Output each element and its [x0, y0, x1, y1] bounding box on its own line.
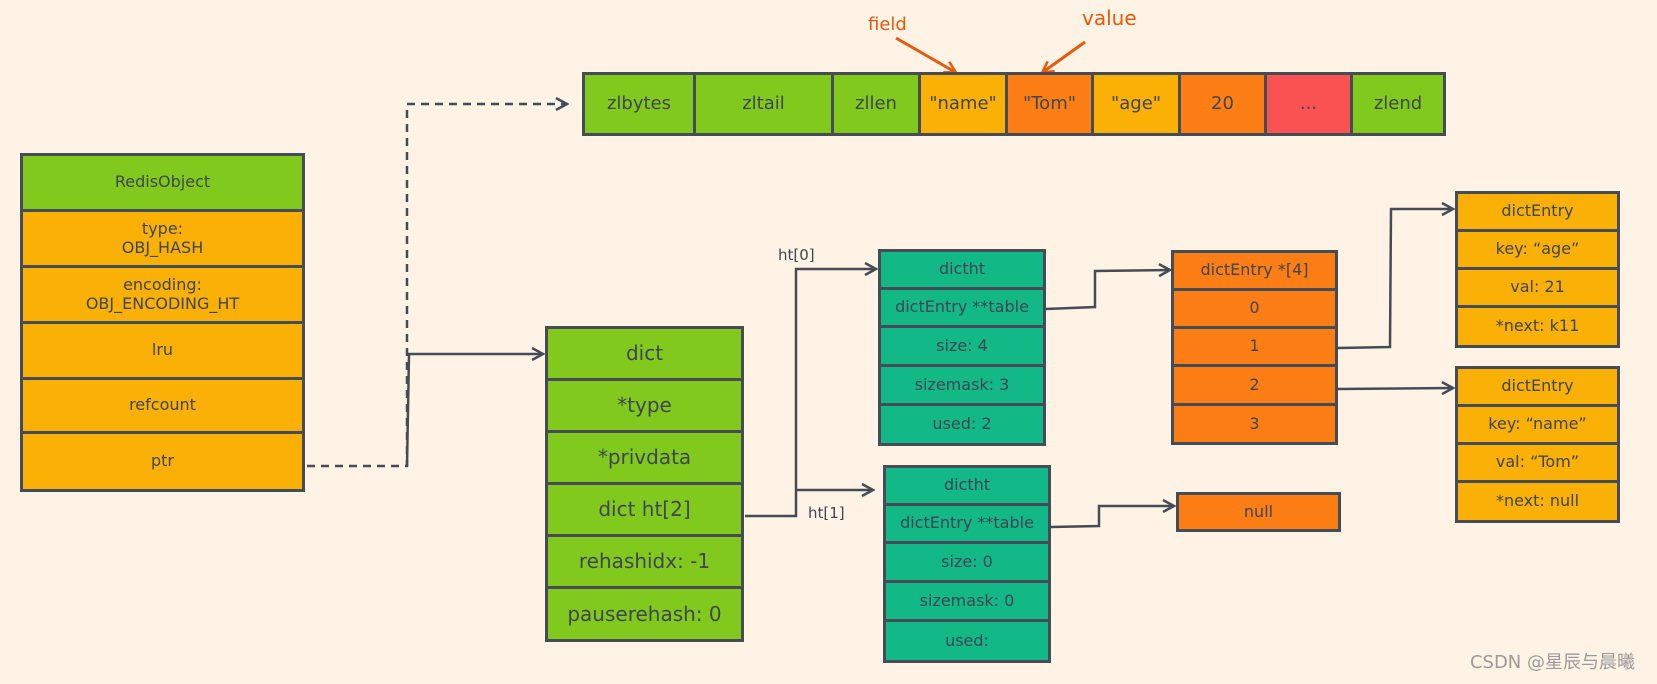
- ht0-arrow: [745, 269, 876, 518]
- dict-title: dict: [545, 326, 744, 381]
- dict-entry-name: dictEntry key: “name” val: “Tom” *next: …: [1455, 366, 1620, 523]
- ziplist-cell-value-20: 20: [1178, 72, 1267, 136]
- field-annotation: field: [868, 14, 907, 35]
- hash-slot-2: 2: [1171, 364, 1338, 406]
- dict-entry-name-key: key: “name”: [1455, 404, 1620, 445]
- dictht-0-size: size: 4: [878, 325, 1046, 367]
- dictht-0: dictht dictEntry **table size: 4 sizemas…: [878, 249, 1046, 446]
- dict-ht: dict ht[2]: [545, 482, 744, 537]
- dictht-1-used: used:: [883, 619, 1051, 663]
- redis-object-title: RedisObject: [20, 153, 305, 212]
- dict-rehashidx: rehashidx: -1: [545, 534, 744, 589]
- hash-table-title: dictEntry *[4]: [1171, 250, 1338, 291]
- redis-object: RedisObject type: OBJ_HASH encoding: OBJ…: [20, 153, 305, 492]
- dict-entry-name-val: val: “Tom”: [1455, 442, 1620, 483]
- slot2-arrow: [1337, 388, 1453, 389]
- dict-struct: dict *type *privdata dict ht[2] rehashid…: [545, 326, 744, 642]
- dict-privdata: *privdata: [545, 430, 744, 485]
- field-annotation-arrow: [895, 36, 955, 72]
- ptr-to-dict-arrow: [405, 354, 543, 467]
- ziplist-cell-zlbytes: zlbytes: [582, 72, 696, 136]
- dictht-1-sizemask: sizemask: 0: [883, 580, 1051, 622]
- dict-entry-name-title: dictEntry: [1455, 366, 1620, 407]
- dictht-0-sizemask: sizemask: 3: [878, 364, 1046, 406]
- redis-object-ptr: ptr: [20, 431, 305, 492]
- dict-pauserehash: pauserehash: 0: [545, 586, 744, 642]
- null-table: null: [1176, 492, 1341, 532]
- ziplist-cell-ellipsis: ...: [1264, 72, 1353, 136]
- dict-entry-name-next: *next: null: [1455, 480, 1620, 523]
- ptr-to-ziplist-arrow: [307, 104, 567, 468]
- hash-slot-0: 0: [1171, 288, 1338, 329]
- dictht-0-used: used: 2: [878, 403, 1046, 446]
- ht1-label: ht[1]: [808, 504, 845, 522]
- dict-entry-age-title: dictEntry: [1455, 191, 1620, 232]
- hash-slot-3: 3: [1171, 403, 1338, 445]
- hash-slot-1: 1: [1171, 326, 1338, 367]
- ziplist-cell-field-age: "age": [1091, 72, 1181, 136]
- hash-table-array: dictEntry *[4] 0 1 2 3: [1171, 250, 1338, 445]
- redis-object-refcount: refcount: [20, 377, 305, 434]
- table0-arrow: [1045, 270, 1170, 311]
- dict-entry-age-next: *next: k11: [1455, 305, 1620, 348]
- ziplist-cell-field-name: "name": [918, 72, 1008, 136]
- dict-entry-age-key: key: “age”: [1455, 229, 1620, 270]
- watermark: CSDN @星辰与晨曦: [1469, 652, 1635, 673]
- value-annotation: value: [1082, 6, 1137, 30]
- dictht-1-size: size: 0: [883, 541, 1051, 583]
- dictht-0-title: dictht: [878, 249, 1046, 290]
- value-annotation-arrow: [1043, 40, 1086, 72]
- dict-entry-age-val: val: 21: [1455, 267, 1620, 308]
- ziplist-cell-zltail: zltail: [693, 72, 834, 136]
- ziplist: zlbytes zltail zllen "name" "Tom" "age" …: [582, 72, 1446, 136]
- ziplist-cell-value-tom: "Tom": [1005, 72, 1094, 136]
- redis-object-lru: lru: [20, 321, 305, 380]
- dictht-1-title: dictht: [883, 465, 1051, 506]
- dictht-0-table: dictEntry **table: [878, 287, 1046, 328]
- dictht-1-table: dictEntry **table: [883, 503, 1051, 544]
- ziplist-cell-zlend: zlend: [1350, 72, 1446, 136]
- dictht-1: dictht dictEntry **table size: 0 sizemas…: [883, 465, 1051, 663]
- redis-object-type: type: OBJ_HASH: [20, 209, 305, 268]
- slot1-arrow: [1337, 209, 1453, 350]
- dict-entry-age: dictEntry key: “age” val: 21 *next: k11: [1455, 191, 1620, 348]
- table1-arrow: [1050, 506, 1174, 529]
- ziplist-cell-zllen: zllen: [831, 72, 921, 136]
- redis-object-encoding: encoding: OBJ_ENCODING_HT: [20, 265, 305, 324]
- ht0-label: ht[0]: [778, 246, 815, 264]
- dict-type: *type: [545, 378, 744, 433]
